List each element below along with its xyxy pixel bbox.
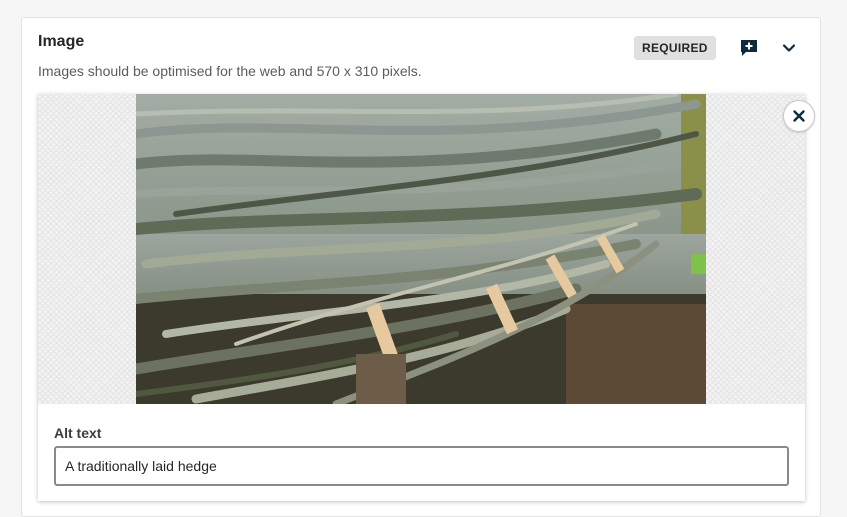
collapse-button[interactable] (777, 36, 801, 60)
image-preview-area (38, 94, 805, 404)
alt-text-input[interactable] (54, 446, 789, 486)
image-chooser: Alt text (38, 94, 805, 501)
field-help-text: Images should be optimised for the web a… (38, 63, 422, 79)
close-icon (793, 110, 805, 122)
alt-text-label: Alt text (54, 425, 102, 441)
hedge-image[interactable] (136, 94, 706, 404)
remove-image-button[interactable] (783, 100, 815, 132)
hedge-photo (136, 94, 706, 404)
comment-add-icon (741, 40, 757, 56)
field-title: Image (38, 33, 85, 50)
chevron-down-icon (782, 44, 796, 52)
required-badge: REQUIRED (634, 36, 716, 60)
add-comment-button[interactable] (737, 36, 761, 60)
image-field-panel: Image Images should be optimised for the… (21, 17, 821, 517)
